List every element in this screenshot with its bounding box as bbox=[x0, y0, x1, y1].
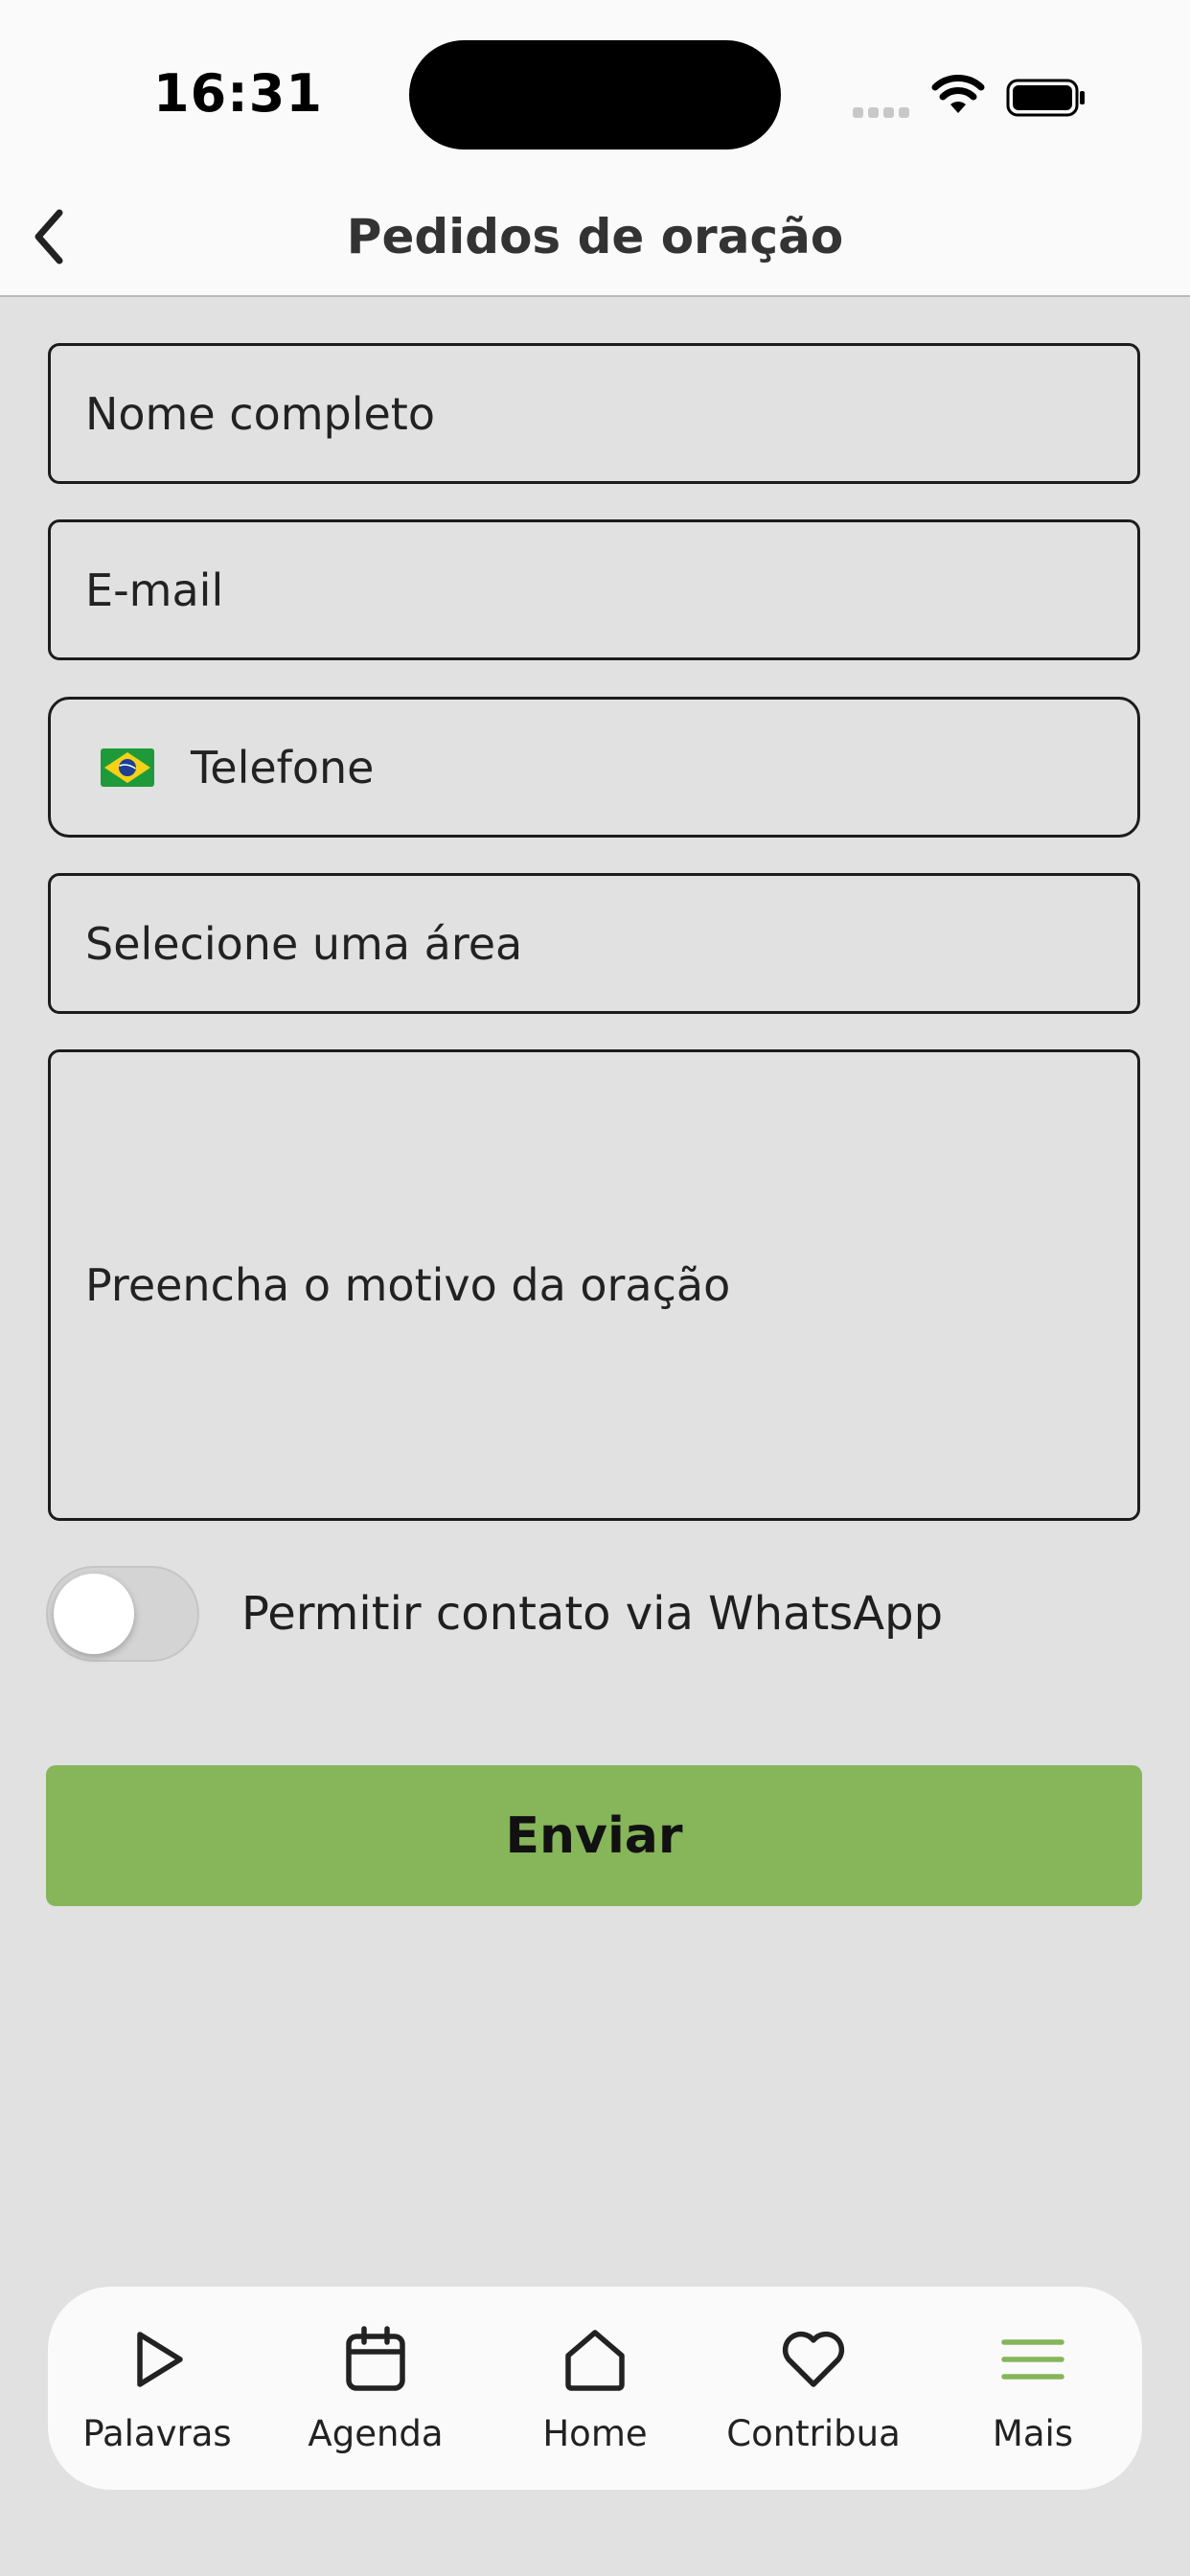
cellular-signal-icon bbox=[853, 104, 914, 122]
tab-palavras[interactable]: Palavras bbox=[48, 2287, 266, 2490]
dynamic-island bbox=[409, 40, 781, 150]
tab-home[interactable]: Home bbox=[486, 2287, 704, 2490]
nav-bar: Pedidos de oração bbox=[0, 182, 1190, 297]
toggle-knob bbox=[54, 1574, 134, 1654]
area-select[interactable]: Selecione uma área bbox=[48, 873, 1140, 1014]
brazil-flag-icon[interactable] bbox=[101, 748, 154, 787]
tab-label: Home bbox=[542, 2413, 648, 2454]
full-name-placeholder: Nome completo bbox=[85, 387, 435, 440]
tab-label: Contribua bbox=[726, 2413, 901, 2454]
prayer-reason-textarea[interactable]: Preencha o motivo da oração bbox=[48, 1049, 1140, 1521]
tab-agenda[interactable]: Agenda bbox=[266, 2287, 485, 2490]
page-title: Pedidos de oração bbox=[346, 209, 844, 264]
tab-contribua[interactable]: Contribua bbox=[704, 2287, 923, 2490]
play-icon bbox=[137, 2332, 183, 2387]
whatsapp-toggle-label: Permitir contato via WhatsApp bbox=[241, 1587, 944, 1641]
tab-label: Agenda bbox=[308, 2413, 444, 2454]
email-placeholder: E-mail bbox=[85, 564, 224, 616]
send-button[interactable]: Enviar bbox=[46, 1765, 1142, 1906]
phone-placeholder: Telefone bbox=[191, 741, 375, 794]
phone-input[interactable]: Telefone bbox=[48, 697, 1140, 838]
email-input[interactable]: E-mail bbox=[48, 519, 1140, 660]
whatsapp-toggle[interactable] bbox=[46, 1566, 199, 1662]
status-time: 16:31 bbox=[153, 63, 323, 124]
area-placeholder: Selecione uma área bbox=[85, 917, 523, 970]
full-name-input[interactable]: Nome completo bbox=[48, 343, 1140, 484]
tab-label: Palavras bbox=[82, 2413, 232, 2454]
wifi-icon bbox=[931, 75, 985, 113]
tab-mais[interactable]: Mais bbox=[924, 2287, 1142, 2490]
prayer-reason-placeholder: Preencha o motivo da oração bbox=[85, 1259, 731, 1311]
tab-label: Mais bbox=[992, 2413, 1074, 2454]
home-icon bbox=[565, 2330, 625, 2391]
heart-icon bbox=[782, 2331, 845, 2387]
menu-icon bbox=[1001, 2339, 1064, 2380]
battery-icon bbox=[1006, 79, 1085, 117]
calendar-icon bbox=[346, 2326, 405, 2391]
bottom-tab-bar: Palavras Agenda Home Contribua Mais bbox=[48, 2287, 1142, 2490]
status-bar: 16:31 bbox=[0, 0, 1190, 182]
